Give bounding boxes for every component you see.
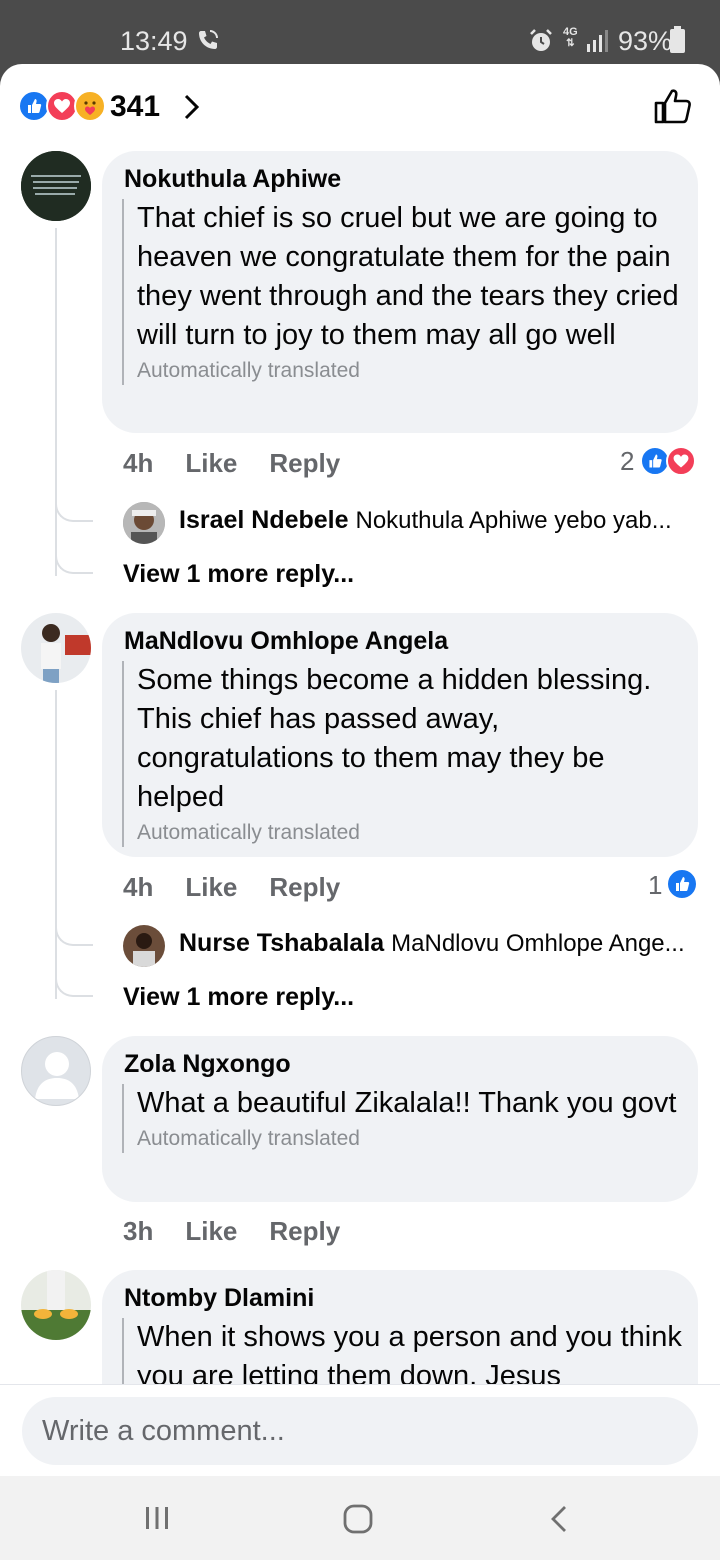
thread-connector bbox=[55, 500, 93, 522]
thread-line bbox=[55, 228, 57, 576]
thread-connector bbox=[55, 552, 93, 574]
comment-author[interactable]: Zola Ngxongo bbox=[124, 1050, 291, 1079]
comment-body: Some things become a hidden blessing. Th… bbox=[122, 661, 682, 847]
comment-bubble[interactable]: Zola Ngxongo What a beautiful Zikalala!!… bbox=[102, 1036, 698, 1202]
care-reaction-icon bbox=[74, 90, 106, 122]
status-time: 13:49 bbox=[120, 26, 188, 56]
thread-line bbox=[55, 690, 57, 999]
comment-age: 4h bbox=[123, 872, 154, 902]
reply-button[interactable]: Reply bbox=[269, 1216, 340, 1246]
translation-note[interactable]: Automatically translated bbox=[137, 819, 682, 847]
comment-age: 4h bbox=[123, 448, 154, 478]
love-reaction-icon bbox=[666, 446, 696, 476]
commenter-avatar[interactable] bbox=[21, 613, 91, 683]
like-reaction-icon bbox=[666, 868, 698, 900]
reaction-icons bbox=[18, 90, 110, 122]
comment-composer: Write a comment... bbox=[0, 1384, 720, 1476]
thread-connector bbox=[55, 924, 93, 946]
reply-text: Nokuthula Aphiwe yebo yab... bbox=[355, 507, 672, 534]
comment-text: Some things become a hidden blessing. Th… bbox=[137, 664, 652, 813]
comment-reaction-count: 2 bbox=[620, 446, 635, 476]
battery-icon bbox=[670, 26, 685, 53]
back-icon[interactable] bbox=[548, 1504, 570, 1534]
comment-reaction-count: 1 bbox=[648, 870, 663, 900]
like-button[interactable]: Like bbox=[185, 872, 237, 902]
comment-text: What a beautiful Zikalala!! Thank you go… bbox=[137, 1087, 677, 1119]
reply-button[interactable]: Reply bbox=[269, 872, 340, 902]
like-outline-icon[interactable] bbox=[652, 86, 694, 126]
comment-actions: 4h Like Reply bbox=[123, 448, 372, 479]
network-type: 4G ⇅ bbox=[563, 26, 578, 50]
comment-bubble[interactable]: MaNdlovu Omhlope Angela Some things beco… bbox=[102, 613, 698, 857]
recent-apps-icon[interactable] bbox=[143, 1504, 171, 1532]
reply-preview[interactable]: Nurse Tshabalala MaNdlovu Omhlope Ange..… bbox=[123, 925, 703, 967]
comment-body: What a beautiful Zikalala!! Thank you go… bbox=[122, 1084, 682, 1153]
reactions-bar[interactable]: 341 bbox=[0, 64, 720, 150]
comment-actions: 4h Like Reply bbox=[123, 872, 372, 903]
reply-avatar[interactable] bbox=[123, 502, 165, 544]
comment-bubble[interactable]: Nokuthula Aphiwe That chief is so cruel … bbox=[102, 151, 698, 433]
signal-icon bbox=[587, 30, 608, 52]
comment-author[interactable]: Ntomby Dlamini bbox=[124, 1284, 314, 1313]
translation-note[interactable]: Automatically translated bbox=[137, 357, 682, 385]
like-button[interactable]: Like bbox=[185, 1216, 237, 1246]
comment-body: That chief is so cruel but we are going … bbox=[122, 199, 682, 385]
reply-preview[interactable]: Israel Ndebele Nokuthula Aphiwe yebo yab… bbox=[123, 502, 703, 544]
view-more-replies[interactable]: View 1 more reply... bbox=[123, 983, 354, 1012]
home-icon[interactable] bbox=[342, 1504, 374, 1534]
view-more-replies[interactable]: View 1 more reply... bbox=[123, 560, 354, 589]
comment-reactions[interactable]: 2 bbox=[620, 446, 700, 476]
thread-connector bbox=[55, 975, 93, 997]
comment-text: That chief is so cruel but we are going … bbox=[137, 202, 679, 351]
comment-age: 3h bbox=[123, 1216, 154, 1246]
commenter-avatar[interactable] bbox=[21, 1270, 91, 1340]
chevron-right-icon bbox=[184, 94, 200, 120]
reply-avatar[interactable] bbox=[123, 925, 165, 967]
comment-actions: 3h Like Reply bbox=[123, 1216, 372, 1247]
battery-percent: 93% bbox=[618, 26, 673, 56]
comment-author[interactable]: MaNdlovu Omhlope Angela bbox=[124, 627, 448, 656]
comment-input[interactable]: Write a comment... bbox=[22, 1397, 698, 1465]
reply-author: Nurse Tshabalala MaNdlovu Omhlope Ange..… bbox=[179, 929, 685, 957]
system-nav-bar bbox=[0, 1476, 720, 1560]
like-button[interactable]: Like bbox=[185, 448, 237, 478]
comment-author[interactable]: Nokuthula Aphiwe bbox=[124, 165, 341, 194]
default-avatar-icon[interactable] bbox=[21, 1036, 91, 1106]
translation-note[interactable]: Automatically translated bbox=[137, 1125, 682, 1153]
reply-text: MaNdlovu Omhlope Ange... bbox=[391, 930, 685, 957]
wifi-call-icon bbox=[199, 30, 218, 49]
reaction-count: 341 bbox=[110, 90, 161, 123]
comments-sheet: 341 Nokuthula Aphiwe That chief is so cr… bbox=[0, 64, 720, 1476]
commenter-avatar[interactable] bbox=[21, 151, 91, 221]
reply-button[interactable]: Reply bbox=[269, 448, 340, 478]
comment-reactions[interactable]: 1 bbox=[646, 868, 700, 900]
alarm-icon bbox=[530, 29, 552, 51]
reply-author: Israel Ndebele Nokuthula Aphiwe yebo yab… bbox=[179, 506, 672, 534]
